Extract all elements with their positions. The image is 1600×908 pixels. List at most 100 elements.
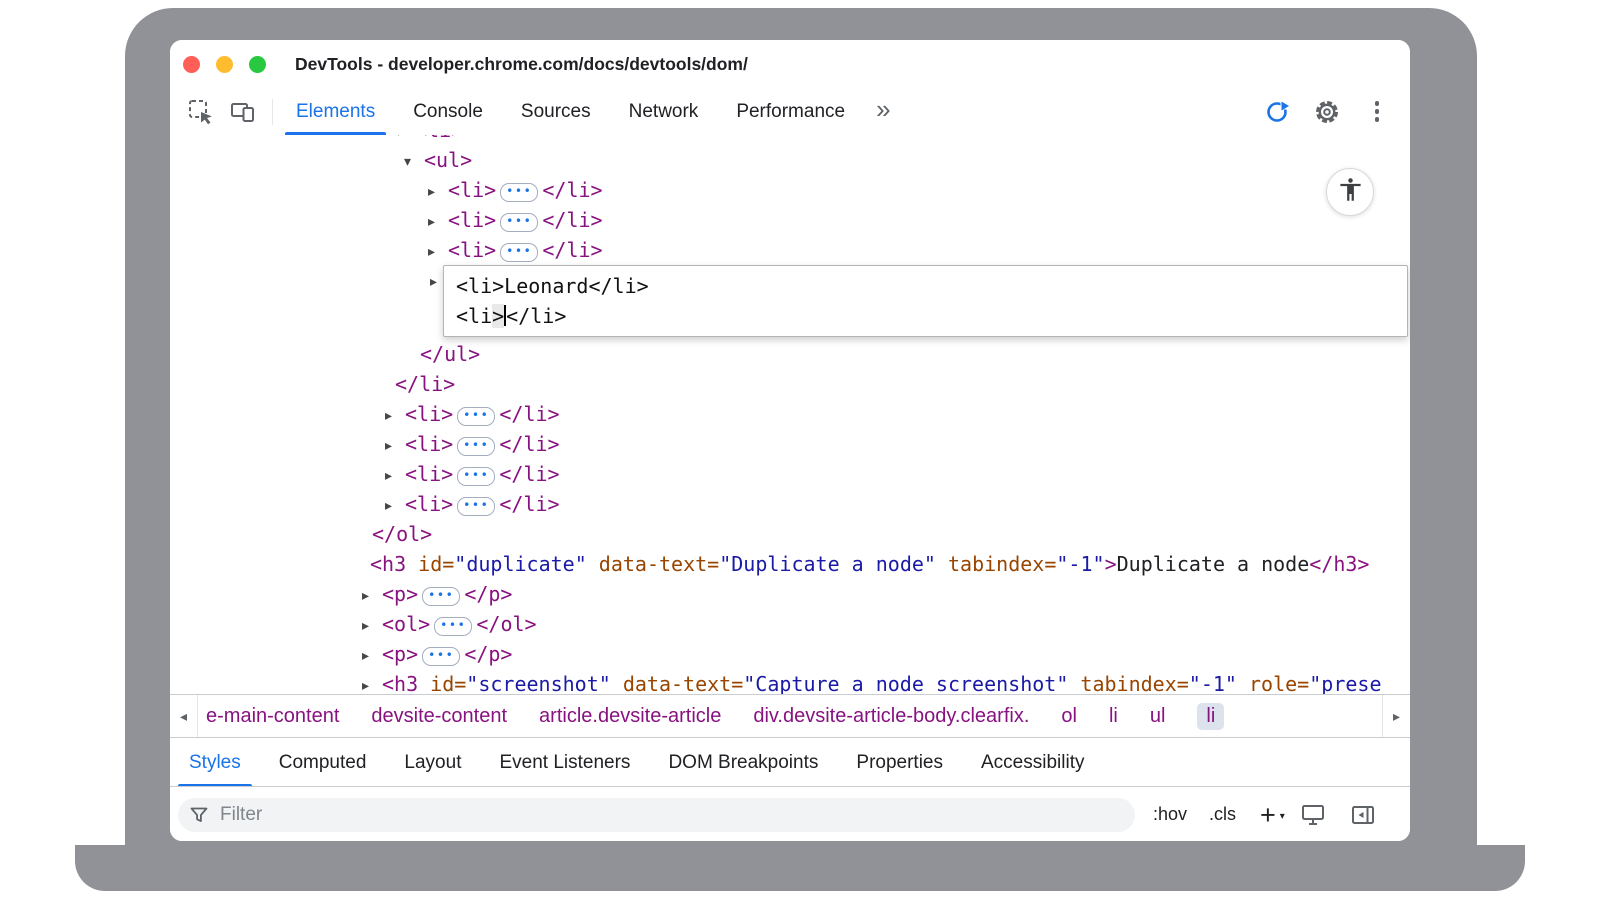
code-token: "prese <box>1309 672 1381 694</box>
breadcrumb-item[interactable]: article.devsite-article <box>539 705 721 728</box>
inline-expand-button[interactable]: ••• <box>500 243 538 262</box>
tab-console[interactable]: Console <box>394 88 502 135</box>
breadcrumb-scroll-left[interactable]: ◂ <box>170 695 198 738</box>
tab-event-listeners[interactable]: Event Listeners <box>480 738 649 787</box>
tab-sources[interactable]: Sources <box>502 88 610 135</box>
pseudo-state-toggle[interactable]: :hov <box>1153 804 1187 825</box>
autocomplete-hint: > <box>492 304 504 328</box>
settings-gear-icon[interactable] <box>1314 99 1340 125</box>
accessibility-person-icon <box>1337 176 1364 208</box>
dom-tree-row[interactable]: ▸<li>•••</li> <box>170 429 1410 459</box>
window-title: DevTools - developer.chrome.com/docs/dev… <box>295 54 748 75</box>
code-token: <h3 <box>382 672 430 694</box>
node-edit-box[interactable]: <li>Leonard</li><li></li> <box>443 265 1408 337</box>
code-token: </li> <box>542 178 602 202</box>
dom-tree-row[interactable]: </ul> <box>170 339 1410 369</box>
new-style-rule-button[interactable]: +▾ <box>1260 805 1276 825</box>
dom-tree-row[interactable]: ▸<li>Leonard</li><li></li> <box>170 265 1410 339</box>
tab-styles[interactable]: Styles <box>170 738 260 787</box>
expand-arrow-icon[interactable]: ▸ <box>385 491 405 521</box>
sidebar-toggle-icon[interactable] <box>1350 802 1376 828</box>
code-token <box>587 552 599 576</box>
dom-tree-row[interactable]: ▸<li>•••</li> <box>170 489 1410 519</box>
inline-expand-button[interactable]: ••• <box>457 407 495 426</box>
expand-arrow-icon[interactable]: ▸ <box>362 611 382 641</box>
tab-elements[interactable]: Elements <box>277 88 394 135</box>
minimize-button[interactable] <box>216 56 233 73</box>
dom-tree-row[interactable]: ▸<ol>•••</ol> <box>170 609 1410 639</box>
device-toolbar-icon[interactable] <box>230 99 256 125</box>
code-token: </ol> <box>476 612 536 636</box>
refresh-circle-icon[interactable] <box>1264 99 1290 125</box>
zoom-button[interactable] <box>249 56 266 73</box>
code-token: </ul> <box>420 342 480 366</box>
accessibility-button[interactable] <box>1326 168 1374 216</box>
dom-tree-row[interactable]: ▸<p>•••</p> <box>170 579 1410 609</box>
expand-arrow-icon[interactable]: ▸ <box>428 177 448 207</box>
dom-tree-row[interactable]: <h3 id="duplicate" data-text="Duplicate … <box>170 549 1410 579</box>
expand-arrow-icon[interactable]: ▸ <box>428 207 448 237</box>
expand-arrow-icon[interactable]: ▸ <box>385 401 405 431</box>
breadcrumb-item[interactable]: devsite-content <box>371 705 507 728</box>
styles-filter-input[interactable] <box>218 803 1123 827</box>
inline-expand-button[interactable]: ••• <box>457 497 495 516</box>
code-token: "screenshot" <box>466 672 611 694</box>
code-token: </li> <box>499 462 559 486</box>
dom-tree-row[interactable]: ▾<li> <box>170 135 1410 145</box>
tab-dom-breakpoints[interactable]: DOM Breakpoints <box>649 738 837 787</box>
tab-computed[interactable]: Computed <box>260 738 386 787</box>
inline-expand-button[interactable]: ••• <box>500 213 538 232</box>
dom-tree-row[interactable]: ▸<h3 id="screenshot" data-text="Capture … <box>170 669 1410 694</box>
panel-tabs: Elements Console Sources Network Perform… <box>277 88 903 135</box>
inline-expand-button[interactable]: ••• <box>422 587 460 606</box>
close-button[interactable] <box>183 56 200 73</box>
kebab-menu-icon[interactable] <box>1364 99 1390 125</box>
tab-performance[interactable]: Performance <box>717 88 864 135</box>
expand-arrow-icon[interactable]: ▸ <box>385 431 405 461</box>
inspect-element-icon[interactable] <box>188 99 214 125</box>
expand-arrow-icon[interactable]: ▸ <box>385 461 405 491</box>
code-token: <li> <box>448 238 496 262</box>
inline-expand-button[interactable]: ••• <box>422 647 460 666</box>
dom-tree-row[interactable]: ▸<li>•••</li> <box>170 459 1410 489</box>
dom-tree-row[interactable]: ▸<li>•••</li> <box>170 205 1410 235</box>
code-token: </li> <box>499 492 559 516</box>
tab-layout[interactable]: Layout <box>385 738 480 787</box>
dom-tree-row[interactable]: ▾<ul> <box>170 145 1410 175</box>
more-tabs-icon[interactable]: » <box>864 84 902 135</box>
inline-expand-button[interactable]: ••• <box>434 617 472 636</box>
tab-network[interactable]: Network <box>610 88 718 135</box>
dom-tree-row[interactable]: ▸<p>•••</p> <box>170 639 1410 669</box>
breadcrumb-item[interactable]: li <box>1109 705 1118 728</box>
dom-tree-row[interactable]: </ol> <box>170 519 1410 549</box>
breadcrumb-item[interactable]: ol <box>1061 705 1077 728</box>
breadcrumb-item-selected[interactable]: li <box>1197 703 1224 730</box>
code-token <box>936 552 948 576</box>
dom-tree-row[interactable]: ▸<li>•••</li> <box>170 399 1410 429</box>
breadcrumb-item[interactable]: e-main-content <box>206 705 339 728</box>
collapse-arrow-icon[interactable]: ▾ <box>404 147 424 177</box>
breadcrumb-item[interactable]: div.devsite-article-body.clearfix. <box>753 705 1029 728</box>
filter-field[interactable] <box>178 798 1135 832</box>
dom-tree-row[interactable]: ▸<li>•••</li> <box>170 235 1410 265</box>
breadcrumb-item[interactable]: ul <box>1150 705 1166 728</box>
tab-accessibility[interactable]: Accessibility <box>962 738 1103 787</box>
expand-arrow-icon[interactable]: ▸ <box>362 581 382 611</box>
code-token: <p> <box>382 642 418 666</box>
expand-arrow-icon[interactable]: ▸ <box>362 641 382 671</box>
inline-expand-button[interactable]: ••• <box>457 437 495 456</box>
code-token: id= <box>418 552 454 576</box>
expand-arrow-icon[interactable]: ▸ <box>362 671 382 694</box>
element-classes-toggle[interactable]: .cls <box>1209 804 1236 825</box>
dom-tree-row[interactable]: </li> <box>170 369 1410 399</box>
code-token: <li> <box>448 208 496 232</box>
code-token: </li> <box>499 432 559 456</box>
expand-arrow-icon[interactable]: ▸ <box>428 237 448 267</box>
inline-expand-button[interactable]: ••• <box>500 183 538 202</box>
dom-tree-row[interactable]: ▸<li>•••</li> <box>170 175 1410 205</box>
rendering-icon[interactable] <box>1300 802 1326 828</box>
edit-line-2: <li></li> <box>456 301 1395 331</box>
breadcrumb-scroll-right[interactable]: ▸ <box>1382 695 1410 738</box>
tab-properties[interactable]: Properties <box>837 738 962 787</box>
inline-expand-button[interactable]: ••• <box>457 467 495 486</box>
